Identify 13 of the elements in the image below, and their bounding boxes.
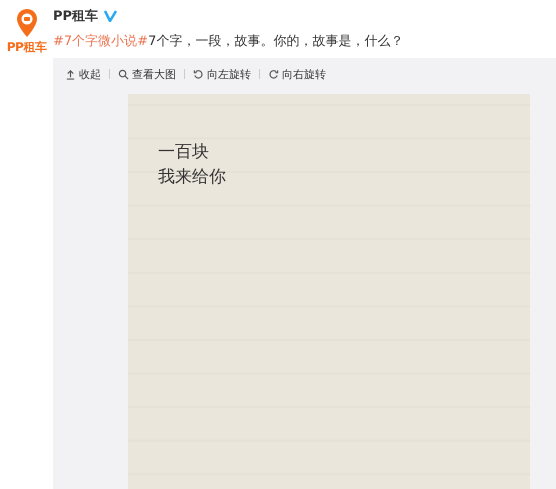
rotate-right-icon [268,68,279,80]
post-text: #7个字微小说#7个字，一段，故事。你的，故事是，什么？ [53,33,404,51]
search-icon [118,68,129,80]
author-name[interactable]: PP租车 [53,7,98,25]
toolbar-link[interactable]: 向右旋转 [268,66,326,82]
image-text: 一百块 我来给你 [158,141,226,189]
toolbar-link[interactable]: 向左旋转 [193,66,251,82]
rotate-left-icon [193,68,204,80]
toolbar-link[interactable]: 查看大图 [118,66,176,82]
toolbar-link[interactable]: 收起 [65,66,101,82]
upload-arrow-icon [65,68,76,80]
logo-text: PP租车 [6,39,46,56]
map-pin-icon [14,8,38,38]
